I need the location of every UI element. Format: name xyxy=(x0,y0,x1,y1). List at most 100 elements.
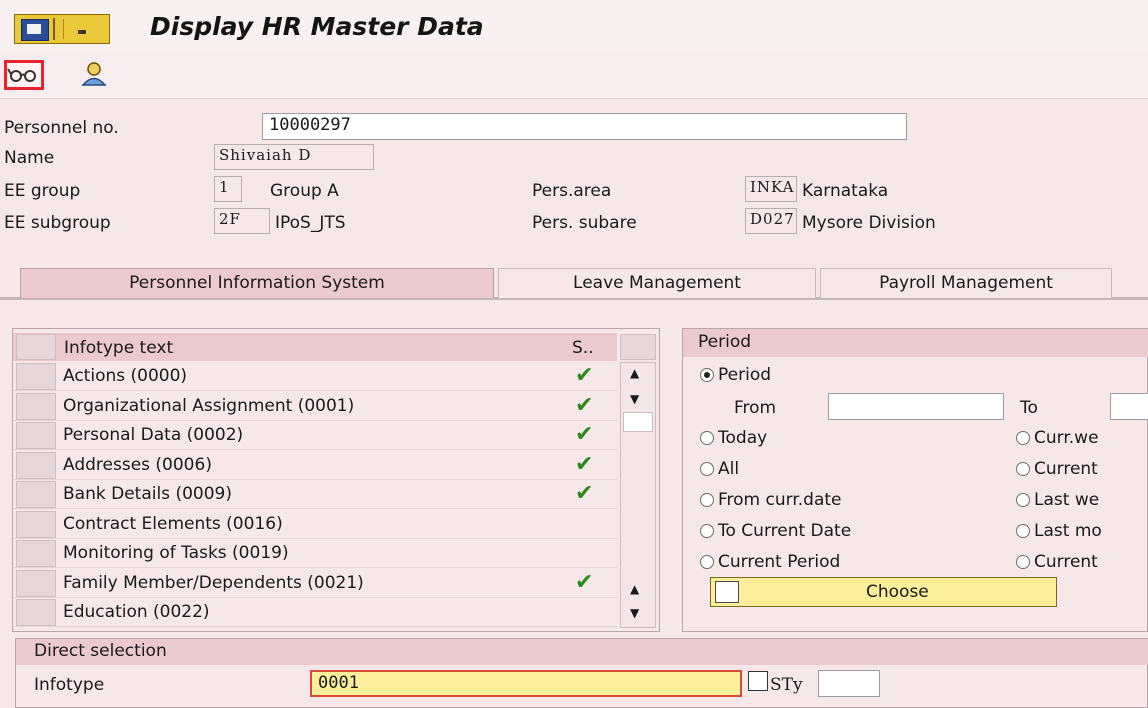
from-label: From xyxy=(734,398,777,418)
direct-selection-title: Direct selection xyxy=(34,641,167,661)
pers-subarea-text: Mysore Division xyxy=(802,213,936,233)
scroll-page-up-icon[interactable]: ▲ xyxy=(630,582,639,596)
row-selector[interactable] xyxy=(16,569,56,597)
radio-left-4[interactable] xyxy=(700,555,714,569)
radio-label-right-0: Curr.we xyxy=(1034,428,1099,448)
table-row[interactable]: Personal Data (0002) ✔ xyxy=(13,421,617,450)
radio-right-3[interactable] xyxy=(1016,524,1030,538)
row-selector[interactable] xyxy=(16,599,56,626)
scroll-down-icon[interactable]: ▼ xyxy=(630,392,639,406)
status-check-icon: ✔ xyxy=(575,422,594,447)
column-header-status: S.. xyxy=(572,338,594,358)
infotype-text[interactable]: Organizational Assignment (0001) xyxy=(63,396,354,416)
radio-label-right-3: Last mo xyxy=(1034,521,1102,541)
pers-subarea-code: D027 xyxy=(745,208,797,234)
from-date-field[interactable] xyxy=(828,393,1004,420)
radio-right-0[interactable] xyxy=(1016,431,1030,445)
ee-subgroup-code: 2F xyxy=(214,208,270,234)
table-row[interactable]: Education (0022) xyxy=(13,598,617,627)
application-toolbar xyxy=(0,52,1148,99)
infotype-label: Infotype xyxy=(34,675,105,695)
ee-group-label: EE group xyxy=(4,181,81,201)
system-menu-button[interactable] xyxy=(14,14,110,44)
radio-label-left-0: Today xyxy=(718,428,768,448)
tab-payroll-management[interactable]: Payroll Management xyxy=(820,268,1112,298)
pers-area-text: Karnataka xyxy=(802,181,889,201)
radio-period-label: Period xyxy=(718,365,772,385)
customize-layout-icon[interactable] xyxy=(21,19,49,41)
dropdown-icon[interactable] xyxy=(63,19,104,39)
table-row[interactable]: Monitoring of Tasks (0019) xyxy=(13,539,617,568)
separator xyxy=(53,18,55,40)
infotype-text[interactable]: Contract Elements (0016) xyxy=(63,514,283,534)
row-selector[interactable] xyxy=(16,422,56,449)
radio-label-left-2: From curr.date xyxy=(718,490,842,510)
row-selector[interactable] xyxy=(16,363,56,390)
period-group-title: Period xyxy=(698,332,752,352)
radio-label-left-1: All xyxy=(718,459,740,479)
infotype-text[interactable]: Personal Data (0002) xyxy=(63,425,243,445)
status-check-icon: ✔ xyxy=(575,451,594,477)
table-row[interactable]: Organizational Assignment (0001) ✔ xyxy=(13,392,617,421)
radio-right-1[interactable] xyxy=(1016,462,1030,476)
column-header-infotype-text: Infotype text xyxy=(64,338,174,358)
infotype-input[interactable]: 0001 xyxy=(310,670,742,697)
table-row[interactable]: Family Member/Dependents (0021) ✔ xyxy=(13,569,617,598)
radio-left-3[interactable] xyxy=(700,524,714,538)
row-selector[interactable] xyxy=(16,540,56,567)
status-check-icon: ✔ xyxy=(575,392,594,418)
to-label: To xyxy=(1020,398,1038,418)
scroll-page-down-icon[interactable]: ▼ xyxy=(630,606,639,620)
status-check-icon: ✔ xyxy=(575,481,594,506)
radio-label-left-3: To Current Date xyxy=(718,521,852,541)
ee-group-code: 1 xyxy=(214,176,242,202)
select-all-cell[interactable] xyxy=(16,334,56,360)
name-value: Shivaiah D xyxy=(214,144,374,170)
ee-subgroup-text: IPoS_JTS xyxy=(275,213,346,233)
infotype-text[interactable]: Bank Details (0009) xyxy=(63,484,232,504)
tab-personnel-information-system[interactable]: Personnel Information System xyxy=(20,268,494,298)
column-settings-cell[interactable] xyxy=(620,334,656,360)
radio-period[interactable] xyxy=(700,368,714,382)
pers-subarea-label: Pers. subare xyxy=(532,213,637,233)
row-selector[interactable] xyxy=(16,451,56,479)
period-group-header xyxy=(683,329,1148,357)
radio-label-right-2: Last we xyxy=(1034,490,1100,510)
infotype-text[interactable]: Monitoring of Tasks (0019) xyxy=(63,543,289,563)
table-row[interactable]: Contract Elements (0016) xyxy=(13,510,617,539)
glasses-icon xyxy=(7,68,36,82)
to-date-field[interactable] xyxy=(1110,393,1148,420)
radio-right-2[interactable] xyxy=(1016,493,1030,507)
tab-leave-management[interactable]: Leave Management xyxy=(498,268,816,298)
scroll-up-icon[interactable]: ▲ xyxy=(630,366,639,380)
person-icon xyxy=(81,62,107,86)
choose-button-label: Choose xyxy=(866,582,929,602)
infotype-text[interactable]: Education (0022) xyxy=(63,602,210,622)
infotype-text[interactable]: Family Member/Dependents (0021) xyxy=(63,573,364,593)
status-check-icon: ✔ xyxy=(575,569,594,595)
ee-subgroup-label: EE subgroup xyxy=(4,213,111,233)
row-selector[interactable] xyxy=(16,392,56,420)
direct-selection-header xyxy=(16,639,1148,665)
overview-button[interactable] xyxy=(4,60,44,90)
radio-left-0[interactable] xyxy=(700,431,714,445)
table-row[interactable]: Actions (0000) ✔ xyxy=(13,362,617,391)
status-check-icon: ✔ xyxy=(575,363,594,388)
row-selector[interactable] xyxy=(16,510,56,538)
radio-label-right-4: Current xyxy=(1034,552,1098,572)
infotype-text[interactable]: Actions (0000) xyxy=(63,366,187,386)
person-button[interactable] xyxy=(80,60,110,88)
table-row[interactable]: Addresses (0006) ✔ xyxy=(13,451,617,480)
scroll-thumb[interactable] xyxy=(623,412,653,432)
table-row[interactable]: Bank Details (0009) ✔ xyxy=(13,480,617,509)
search-help-icon[interactable] xyxy=(748,671,768,691)
sty-input[interactable] xyxy=(818,670,880,697)
radio-left-2[interactable] xyxy=(700,493,714,507)
choose-button[interactable]: Choose xyxy=(710,577,1057,607)
radio-right-4[interactable] xyxy=(1016,555,1030,569)
radio-left-1[interactable] xyxy=(700,462,714,476)
row-selector[interactable] xyxy=(16,481,56,508)
personnel-no-field[interactable]: 10000297 xyxy=(262,113,907,140)
personnel-no-label: Personnel no. xyxy=(4,118,119,138)
infotype-text[interactable]: Addresses (0006) xyxy=(63,455,212,475)
